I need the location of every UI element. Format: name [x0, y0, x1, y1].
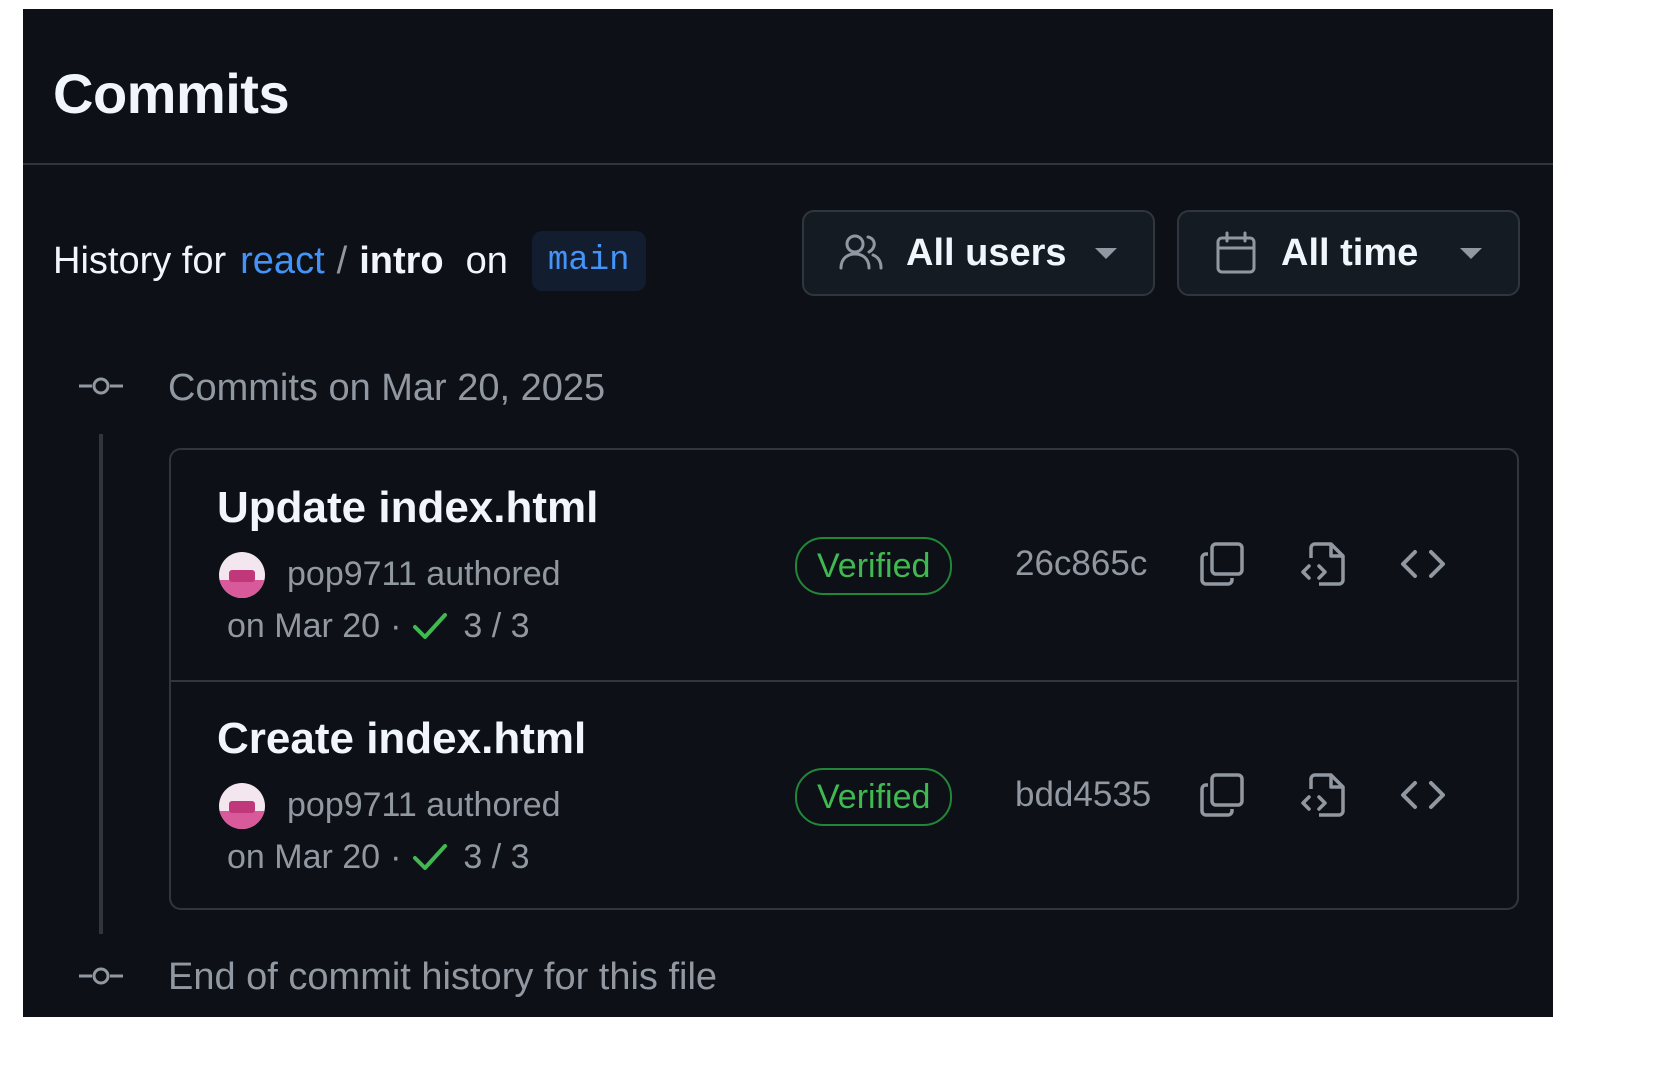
avatar-band — [219, 811, 265, 829]
copy-icon[interactable] — [1198, 771, 1246, 819]
check-icon[interactable] — [411, 607, 449, 645]
people-icon — [839, 234, 883, 270]
commit-date: on Mar 20 — [227, 607, 381, 645]
commit-list: Update index.html pop9711 authored on Ma… — [169, 448, 1519, 910]
users-filter-label: All users — [906, 231, 1067, 274]
file-code-icon[interactable] — [1299, 540, 1347, 588]
commit-sha-link[interactable]: bdd4535 — [1015, 773, 1151, 817]
avatar-band — [219, 580, 265, 598]
repo-link[interactable]: react — [240, 237, 324, 285]
commit-row: Update index.html pop9711 authored on Ma… — [171, 450, 1517, 682]
commit-message-link[interactable]: Update index.html — [217, 480, 598, 536]
author-text: pop9711 authored — [287, 555, 561, 593]
verified-badge[interactable]: Verified — [795, 768, 953, 826]
file-name: intro — [359, 240, 444, 282]
copy-icon[interactable] — [1198, 540, 1246, 588]
check-icon[interactable] — [411, 838, 449, 876]
commit-row: Create index.html pop9711 authored on Ma… — [171, 681, 1517, 908]
users-filter-dropdown[interactable]: All users — [802, 210, 1155, 296]
time-filter-dropdown[interactable]: All time — [1177, 210, 1520, 296]
avatar[interactable] — [219, 552, 265, 598]
timeline-line — [99, 434, 103, 934]
commit-node-icon — [79, 967, 123, 985]
chevron-down-icon — [1460, 248, 1482, 259]
commit-message-link[interactable]: Create index.html — [217, 711, 586, 767]
on-label: on — [465, 240, 508, 282]
commits-panel: Commits History for react / intro on mai… — [23, 9, 1553, 1017]
code-icon[interactable] — [1399, 540, 1447, 588]
separator-dot: · — [390, 607, 402, 645]
commit-date-line: on Mar 20 · 3 / 3 — [227, 835, 530, 879]
page-title: Commits — [53, 62, 290, 125]
time-filter-label: All time — [1281, 231, 1419, 274]
avatar[interactable] — [219, 783, 265, 829]
checks-count[interactable]: 3 / 3 — [463, 835, 529, 879]
commit-date-line: on Mar 20 · 3 / 3 — [227, 604, 530, 648]
avatar-mark — [229, 801, 255, 813]
path-separator: / — [336, 240, 348, 282]
commit-sha-link[interactable]: 26c865c — [1015, 542, 1147, 586]
end-of-history-text: End of commit history for this file — [168, 956, 718, 998]
commit-date: on Mar 20 — [227, 838, 381, 876]
separator-dot: · — [390, 838, 402, 876]
history-prefix: History for — [53, 240, 227, 282]
code-icon[interactable] — [1399, 771, 1447, 819]
branch-badge[interactable]: main — [531, 231, 646, 291]
avatar-mark — [229, 570, 255, 582]
page-header: Commits — [23, 9, 1553, 165]
checks-count[interactable]: 3 / 3 — [463, 604, 529, 648]
author-text: pop9711 authored — [287, 786, 561, 824]
commit-node-icon — [79, 377, 123, 395]
calendar-icon — [1216, 231, 1256, 274]
verified-badge[interactable]: Verified — [795, 537, 953, 595]
chevron-down-icon — [1095, 248, 1117, 259]
commit-group-date: Commits on Mar 20, 2025 — [168, 367, 606, 409]
history-breadcrumb: History for react / intro on main — [53, 231, 646, 291]
file-code-icon[interactable] — [1299, 771, 1347, 819]
